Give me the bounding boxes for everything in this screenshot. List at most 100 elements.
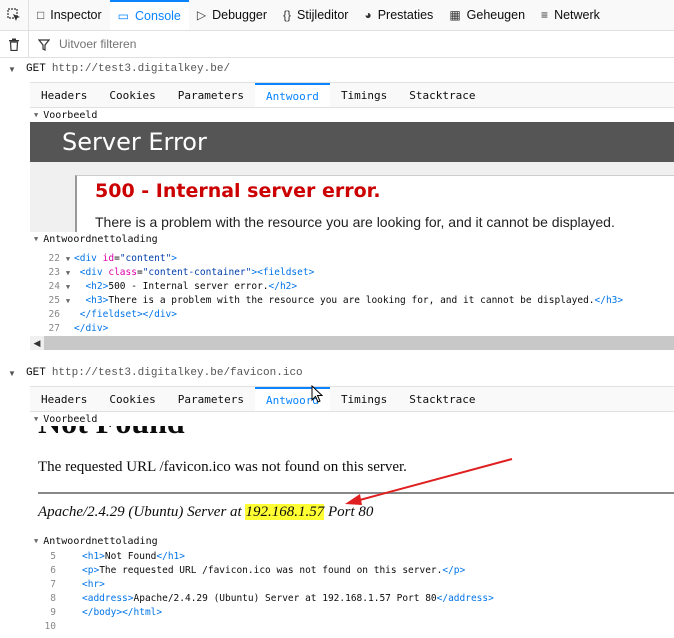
request-url[interactable]: http://test3.digitalkey.be/ (52, 63, 230, 75)
line-number: 23 (48, 267, 60, 278)
preview-label: Voorbeeld (43, 109, 98, 121)
tab-network[interactable]: ≡ Netwerk (533, 0, 608, 30)
tab-console-label: Console (135, 9, 181, 23)
subtab-cookies[interactable]: Cookies (98, 387, 166, 411)
line-number: 7 (50, 579, 56, 590)
subtab-timings[interactable]: Timings (330, 387, 398, 411)
code-line: 5 <h1>Not Found</h1> (30, 550, 674, 564)
request-subtabs: Headers Cookies Parameters Antwoord Timi… (30, 82, 674, 108)
tab-console[interactable]: ▭ Console (109, 0, 189, 30)
mouse-cursor-icon (311, 385, 323, 403)
divider (38, 492, 674, 494)
clear-console-button[interactable] (0, 31, 29, 57)
subtab-headers[interactable]: Headers (30, 83, 98, 107)
code-line: 23 ▼ <div class="content-container"><fiel… (30, 266, 674, 280)
tab-inspector[interactable]: □ Inspector (29, 0, 110, 30)
code-line: 25 ▼ <h3>There is a problem with the reso… (30, 294, 674, 308)
collapse-triangle-icon: ▼ (34, 235, 39, 243)
tab-performance[interactable]: ◕ Prestaties (356, 0, 441, 30)
tab-debugger[interactable]: ▷ Debugger (189, 0, 275, 30)
console-icon: ▭ (117, 9, 130, 23)
fold-gutter (62, 308, 74, 322)
subtab-headers[interactable]: Headers (30, 387, 98, 411)
element-picker-icon (7, 8, 20, 21)
response-payload-code: 22 ▼ <div id="content"> 23 ▼ <div class="con… (30, 246, 674, 336)
devtools-toolbar: □ Inspector ▭ Console ▷ Debugger {} Stijledi… (0, 0, 674, 31)
inspector-icon: □ (37, 8, 45, 22)
filter-input[interactable]: Uitvoer filteren (59, 37, 136, 51)
tab-style-editor-label: Stijleditor (297, 8, 349, 22)
not-found-text: The requested URL /favicon.ico was not f… (38, 459, 407, 475)
tab-memory[interactable]: ▦ Geheugen (441, 0, 533, 30)
fold-triangle-icon[interactable]: ▼ (62, 266, 74, 280)
code-text: </fieldset></div> (79, 309, 178, 320)
element-picker-button[interactable] (0, 0, 29, 30)
fold-gutter (58, 606, 82, 620)
debugger-icon: ▷ (196, 8, 207, 22)
fold-gutter (58, 578, 82, 592)
memory-icon: ▦ (449, 8, 461, 22)
code-line: 24 ▼ <h2>500 - Internal server error.</h2… (30, 280, 674, 294)
line-number: 8 (50, 593, 56, 604)
tab-style-editor[interactable]: {} Stijleditor (275, 0, 356, 30)
fold-triangle-icon[interactable]: ▼ (62, 294, 74, 308)
code-line: 27 </div> (30, 322, 674, 336)
tab-debugger-label: Debugger (212, 8, 268, 22)
highlighted-ip: 192.168.1.57 (245, 504, 325, 520)
network-request-row[interactable]: ▼ GET http://test3.digitalkey.be/favicon… (0, 362, 674, 384)
preview-section-header[interactable]: ▼ Voorbeeld (30, 108, 674, 122)
line-number: 27 (48, 323, 60, 334)
subtab-timings[interactable]: Timings (330, 83, 398, 107)
subtab-stacktrace[interactable]: Stacktrace (398, 387, 486, 411)
code-text: <h3>There is a problem with the resource… (85, 295, 624, 306)
fold-triangle-icon[interactable]: ▼ (62, 280, 74, 294)
collapse-triangle-icon[interactable]: ▼ (8, 369, 18, 378)
code-line: 9 </body></html> (30, 606, 674, 620)
fold-gutter (58, 550, 82, 564)
code-text: <div id="content"> (74, 253, 178, 264)
code-line: 26 </fieldset></div> (30, 308, 674, 322)
fold-gutter (58, 564, 82, 578)
request-subtabs: Headers Cookies Parameters Antwoord Timi… (30, 386, 674, 412)
code-text: </div> (74, 323, 109, 334)
collapse-triangle-icon: ▼ (34, 111, 39, 119)
tab-inspector-label: Inspector (50, 8, 102, 22)
network-request-row[interactable]: ▼ GET http://test3.digitalkey.be/ (0, 58, 674, 80)
code-line: 7 <hr> (30, 578, 674, 592)
subtab-response[interactable]: Antwoord (254, 83, 330, 107)
collapse-triangle-icon[interactable]: ▼ (8, 65, 18, 74)
address-prefix: Apache/2.4.29 (Ubuntu) Server at (38, 504, 246, 520)
scroll-left-icon[interactable]: ◀ (30, 336, 44, 350)
tab-memory-label: Geheugen (466, 8, 526, 22)
payload-section-header[interactable]: ▼ Antwoordnettolading (30, 232, 674, 246)
preview-section-header[interactable]: ▼ Voorbeeld (30, 412, 674, 426)
line-number: 25 (48, 295, 60, 306)
payload-section-header[interactable]: ▼ Antwoordnettolading (30, 534, 674, 548)
fold-triangle-icon[interactable]: ▼ (62, 252, 74, 266)
response-payload-code: 5 <h1>Not Found</h1> 6 <p>The requested URL… (30, 548, 674, 638)
braces-icon: {} (283, 8, 292, 22)
subtab-parameters[interactable]: Parameters (167, 387, 255, 411)
line-number: 6 (50, 565, 56, 576)
subtab-parameters[interactable]: Parameters (167, 83, 255, 107)
code-text: </body></html> (82, 607, 163, 618)
not-found-heading: Not Found (38, 426, 185, 441)
code-text: <p>The requested URL /favicon.ico was no… (82, 565, 466, 576)
line-number: 5 (50, 551, 56, 562)
subtab-cookies[interactable]: Cookies (98, 83, 166, 107)
network-icon: ≡ (541, 8, 549, 22)
filter-icon (29, 37, 59, 51)
code-text: <address>Apache/2.4.29 (Ubuntu) Server a… (82, 593, 494, 604)
collapse-triangle-icon: ▼ (34, 415, 39, 423)
fold-gutter (62, 322, 74, 336)
error-description: There is a problem with the resource you… (95, 214, 615, 230)
request-url[interactable]: http://test3.digitalkey.be/favicon.ico (52, 367, 303, 379)
request-method: GET (26, 63, 46, 75)
code-text: <h2>500 - Internal server error.</h2> (85, 281, 298, 292)
code-line: 8 <address>Apache/2.4.29 (Ubuntu) Server … (30, 592, 674, 606)
horizontal-scrollbar[interactable]: ◀ (30, 336, 674, 350)
payload-label: Antwoordnettolading (43, 535, 158, 547)
subtab-stacktrace[interactable]: Stacktrace (398, 83, 486, 107)
line-number: 26 (48, 309, 60, 320)
payload-label: Antwoordnettolading (43, 233, 158, 245)
